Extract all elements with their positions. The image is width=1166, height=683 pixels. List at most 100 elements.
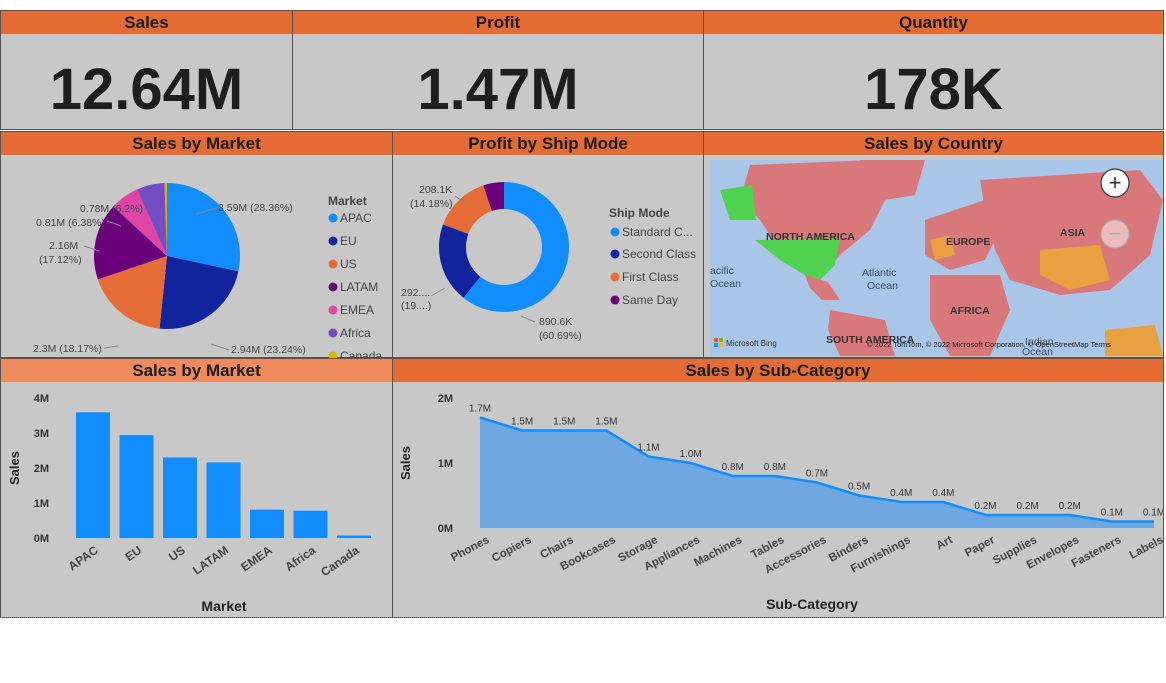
legend-emea[interactable]: EMEA	[340, 303, 374, 317]
legend-dot-emea	[328, 305, 338, 315]
world-map[interactable]: NORTH AMERICA EUROPE ASIA AFRICA SOUTH A…	[710, 160, 1163, 356]
bar-xtick-emea: EMEA	[238, 543, 275, 575]
sales-by-sub-category-area-chart[interactable]: 2M 1M 0M Sales 1.7M 1.5M 1.5M 1.5M 1.1M 1.0M 0…	[393, 383, 1163, 617]
kpi-quantity-title: Quantity	[704, 11, 1163, 34]
area-ylabel: Sales	[398, 446, 413, 480]
bar-xtick-canada: Canada	[318, 543, 362, 580]
legend-dot-latam	[328, 282, 338, 292]
legend-dot-apac	[328, 213, 338, 223]
kpi-profit-value: 1.47M	[417, 57, 579, 122]
area-label-labels: 0.1M	[1143, 508, 1163, 519]
kpi-profit-title: Profit	[293, 11, 703, 34]
legend-us[interactable]: US	[340, 257, 357, 271]
bar-latam[interactable]	[206, 462, 241, 538]
pie-slice-apac[interactable]	[167, 183, 241, 272]
legend-dot-same-day	[610, 295, 620, 305]
legend-dot-eu	[328, 236, 338, 246]
bing-logo-tile-green	[719, 338, 723, 342]
bing-brand-text: Microsoft Bing	[726, 339, 777, 348]
map-label-pacific-ocean: Ocean	[710, 278, 741, 290]
area-label-furnishings: 0.4M	[890, 488, 912, 499]
donut-label-standard-percent: (60.69%)	[539, 330, 582, 342]
map-label-pacific: acific	[710, 265, 734, 277]
legend-standard-class[interactable]: Standard C...	[622, 225, 693, 239]
area-label-copiers: 1.5M	[511, 417, 533, 428]
pie-label-africa: 0.78M (6.2%)	[80, 203, 143, 215]
donut-ship-title: Profit by Ship Mode	[393, 132, 703, 155]
area-ytick-0m: 0M	[438, 523, 453, 535]
area-label-bookcases: 1.5M	[595, 417, 617, 428]
bar-ytick-4m: 4M	[34, 393, 49, 405]
area-sub-title: Sales by Sub-Category	[393, 359, 1163, 382]
area-label-paper: 0.2M	[974, 501, 996, 512]
kpi-profit-card: Profit 1.47M	[292, 10, 704, 130]
area-xtick-copiers: Copiers	[490, 534, 533, 565]
pie-label-latam-percent: (17.12%)	[39, 254, 82, 266]
bar-xtick-apac: APAC	[66, 543, 101, 574]
bar-emea[interactable]	[250, 509, 284, 538]
legend-eu[interactable]: EU	[340, 234, 357, 248]
legend-dot-standard	[610, 227, 620, 237]
pie-label-apac: 3.59M (28.36%)	[218, 202, 293, 214]
sales-by-market-pie-card: Sales by Market Market APAC EU US LATAM EMEA…	[0, 131, 393, 358]
bar-apac[interactable]	[76, 412, 110, 538]
bing-logo-icon	[714, 338, 718, 342]
pie-market-title: Sales by Market	[1, 132, 392, 155]
map-label-asia: ASIA	[1060, 227, 1086, 239]
sales-by-market-pie-chart[interactable]: Market APAC EU US LATAM EMEA Africa Canada 3.5…	[1, 156, 392, 358]
donut-label-second-percent: (19....)	[401, 300, 431, 312]
bar-africa[interactable]	[293, 510, 328, 538]
australia-region	[1105, 325, 1163, 356]
map-attribution[interactable]: © 2022 TomTom, © 2022 Microsoft Corporat…	[867, 340, 1111, 349]
legend-dot-africa	[328, 328, 338, 338]
legend-same-day[interactable]: Same Day	[622, 293, 678, 307]
bar-us[interactable]	[163, 457, 197, 539]
kpi-quantity-value: 178K	[864, 57, 1003, 122]
area-label-fasteners: 0.1M	[1101, 508, 1123, 519]
area-label-storage: 1.1M	[637, 443, 659, 454]
area-xtick-machines: Machines	[692, 534, 744, 569]
kpi-sales-value: 12.64M	[49, 57, 244, 122]
donut-label-first-percent: (14.18%)	[410, 198, 453, 210]
legend-africa[interactable]: Africa	[340, 326, 371, 340]
legend-dot-second	[610, 249, 620, 259]
bar-xtick-us: US	[166, 543, 188, 564]
bar-xlabel: Market	[201, 598, 246, 614]
map-label-north-america: NORTH AMERICA	[766, 231, 855, 243]
profit-by-ship-mode-donut-chart[interactable]: Ship Mode Standard C... Second Class Fir…	[393, 156, 703, 358]
bar-ytick-2m: 2M	[34, 463, 49, 475]
donut-label-second-value: 292....	[401, 287, 430, 299]
pie-market-legend-title: Market	[328, 194, 367, 208]
legend-second-class[interactable]: Second Class	[622, 247, 696, 261]
legend-latam[interactable]: LATAM	[340, 280, 378, 294]
legend-first-class[interactable]: First Class	[622, 270, 679, 284]
area-label-machines: 0.8M	[722, 462, 744, 473]
legend-apac[interactable]: APAC	[340, 211, 372, 225]
kpi-sales-card: Sales 12.64M	[0, 10, 293, 130]
area-xlabel: Sub-Category	[766, 596, 858, 612]
area-label-phones: 1.7M	[469, 404, 491, 415]
area-label-appliances: 1.0M	[680, 449, 702, 460]
legend-dot-us	[328, 259, 338, 269]
bar-xtick-eu: EU	[123, 543, 145, 564]
bar-ylabel: Sales	[7, 451, 22, 485]
bar-ytick-0m: 0M	[34, 533, 49, 545]
area-ytick-1m: 1M	[438, 458, 453, 470]
kpi-quantity-card: Quantity 178K	[703, 10, 1164, 130]
bar-ytick-1m: 1M	[34, 498, 49, 510]
area-label-chairs: 1.5M	[553, 417, 575, 428]
bar-xtick-latam: LATAM	[190, 543, 231, 578]
legend-dot-first	[610, 272, 620, 282]
pie-label-eu: 2.94M (23.24%)	[231, 344, 306, 356]
bar-ytick-3m: 3M	[34, 428, 49, 440]
area-xtick-labels: Labels	[1128, 534, 1163, 562]
legend-canada[interactable]: Canada	[340, 349, 382, 358]
donut-label-standard-value: 890.6K	[539, 316, 572, 328]
sales-by-market-bar-chart[interactable]: 4M 3M 2M 1M 0M Sales APAC EU US LATAM EMEA Af…	[1, 383, 392, 617]
bar-canada[interactable]	[337, 535, 371, 538]
sales-by-country-map-card: Sales by Country NORTH AMERICA EUROPE AS…	[703, 131, 1164, 358]
area-xtick-art: Art	[934, 534, 954, 552]
area-xtick-phones: Phones	[449, 534, 491, 564]
bar-eu[interactable]	[119, 435, 154, 538]
area-ytick-2m: 2M	[438, 393, 453, 405]
